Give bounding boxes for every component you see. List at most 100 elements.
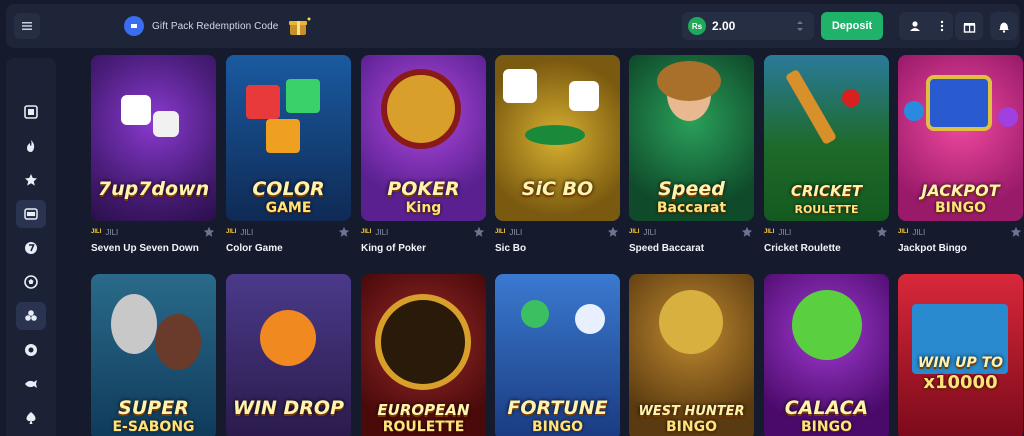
game-card[interactable]: WIN UP TO x10000 [898, 274, 1024, 436]
game-thumbnail[interactable]: WEST HUNTER BINGO [629, 274, 754, 436]
game-name[interactable]: King of Poker [361, 243, 487, 254]
lottery-ball-icon [25, 344, 37, 356]
provider-logo: JILI [226, 229, 237, 235]
favorite-star-icon[interactable] [203, 226, 215, 238]
club-icon [25, 310, 37, 321]
game-thumbnail[interactable]: COLOR GAME [226, 55, 351, 221]
game-art-title: CRICKET [790, 182, 863, 200]
game-card[interactable]: WIN DROP [226, 274, 352, 436]
game-art-title: POKER [387, 178, 460, 200]
game-art-subtitle: GAME [265, 200, 312, 216]
game-card[interactable]: POKER King JILI JILI King of Poker [361, 55, 487, 254]
game-art-title: SUPER [118, 397, 189, 419]
game-card[interactable]: WEST HUNTER BINGO [629, 274, 755, 436]
game-art-subtitle: BINGO [666, 419, 717, 435]
game-card[interactable]: 7up7down JILI JILI Seven Up Seven Down [91, 55, 217, 254]
game-card[interactable]: CALACA BINGO [764, 274, 890, 436]
game-art-subtitle: BINGO [935, 200, 986, 216]
sidebar-item-favorites[interactable] [16, 166, 46, 194]
game-art-subtitle: BINGO [532, 419, 583, 435]
app-root: Gift Pack Redemption Code Rs 2.00 Deposi… [0, 0, 1024, 436]
game-card[interactable]: FORTUNE BINGO [495, 274, 621, 436]
game-thumbnail[interactable]: SUPER E-SABONG [91, 274, 216, 436]
football-icon [24, 275, 38, 289]
gift-pack-redemption-link[interactable]: Gift Pack Redemption Code [124, 12, 312, 40]
game-card[interactable]: JACKPOT BINGO JILI JILI Jackpot Bingo [898, 55, 1024, 254]
sidebar-item-hot[interactable] [16, 132, 46, 160]
game-art-title: Speed [658, 178, 725, 200]
gifts-button[interactable] [955, 12, 983, 40]
sidebar-item-lottery[interactable] [16, 336, 46, 364]
game-meta: JILI JILI [764, 224, 890, 240]
game-art-title: CALACA [784, 397, 869, 419]
game-art-title: FORTUNE [507, 397, 608, 419]
top-bar: Gift Pack Redemption Code Rs 2.00 Deposi… [6, 4, 1020, 48]
game-thumbnail[interactable]: CALACA BINGO [764, 274, 889, 436]
provider-logo: JILI [629, 229, 640, 235]
game-art-title: WIN DROP [232, 397, 345, 419]
game-name[interactable]: Color Game [226, 243, 352, 254]
more-vertical-icon [940, 20, 943, 32]
game-meta: JILI JILI [898, 224, 1024, 240]
wallet-balance[interactable]: Rs 2.00 [682, 12, 814, 40]
slots-icon [24, 105, 38, 119]
game-thumbnail[interactable]: FORTUNE BINGO [495, 274, 620, 436]
fish-icon [25, 380, 37, 388]
game-card[interactable]: SiC BO JILI JILI Sic Bo [495, 55, 621, 254]
game-name[interactable]: Seven Up Seven Down [91, 243, 217, 254]
spade-icon [26, 412, 36, 424]
game-art-title: COLOR [252, 178, 325, 200]
game-art-title: JACKPOT [921, 181, 1000, 200]
category-sidebar [6, 58, 56, 436]
game-card[interactable]: CRICKET ROULETTE JILI JILI Cricket Roule… [764, 55, 890, 254]
menu-toggle-button[interactable] [14, 13, 40, 39]
game-name[interactable]: Sic Bo [495, 243, 621, 254]
game-thumbnail[interactable]: JACKPOT BINGO [898, 55, 1023, 221]
game-art-subtitle: x10000 [923, 372, 998, 393]
provider-name: JILI [912, 227, 926, 237]
gift-pack-label: Gift Pack Redemption Code [152, 20, 279, 32]
game-thumbnail[interactable]: CRICKET ROULETTE [764, 55, 889, 221]
bell-icon [999, 22, 1009, 33]
game-meta: JILI JILI [361, 224, 487, 240]
user-icon [909, 21, 920, 31]
favorite-star-icon[interactable] [473, 226, 485, 238]
game-thumbnail[interactable]: 7up7down [91, 55, 216, 221]
deposit-button[interactable]: Deposit [821, 12, 883, 40]
game-thumbnail[interactable]: Speed Baccarat [629, 55, 754, 221]
favorite-star-icon[interactable] [607, 226, 619, 238]
sidebar-item-table-games[interactable] [16, 302, 46, 330]
sidebar-item-fishing[interactable] [16, 370, 46, 398]
notifications-button[interactable] [990, 12, 1018, 40]
game-card[interactable]: EUROPEAN ROULETTE [361, 274, 487, 436]
refresh-icon[interactable] [794, 20, 806, 32]
favorite-star-icon[interactable] [876, 226, 888, 238]
game-thumbnail[interactable]: WIN UP TO x10000 [898, 274, 1023, 436]
sidebar-item-sports[interactable] [16, 268, 46, 296]
sidebar-item-casino[interactable] [16, 200, 46, 228]
game-thumbnail[interactable]: SiC BO [495, 55, 620, 221]
provider-logo: JILI [495, 229, 506, 235]
game-thumbnail[interactable]: EUROPEAN ROULETTE [361, 274, 486, 436]
game-thumbnail[interactable]: POKER King [361, 55, 486, 221]
game-meta: JILI JILI [495, 224, 621, 240]
user-menu[interactable] [899, 12, 953, 40]
favorite-star-icon[interactable] [1010, 226, 1022, 238]
sidebar-item-slots[interactable] [16, 98, 46, 126]
game-art-subtitle: Baccarat [656, 200, 727, 216]
gift-icon [963, 22, 975, 33]
favorite-star-icon[interactable] [338, 226, 350, 238]
game-name[interactable]: Jackpot Bingo [898, 243, 1024, 254]
game-thumbnail[interactable]: WIN DROP [226, 274, 351, 436]
game-card[interactable]: Speed Baccarat JILI JILI Speed Baccarat [629, 55, 755, 254]
game-card[interactable]: COLOR GAME JILI JILI Color Game [226, 55, 352, 254]
provider-logo: JILI [764, 229, 775, 235]
sidebar-item-cards[interactable] [16, 404, 46, 432]
favorite-star-icon[interactable] [741, 226, 753, 238]
game-art-subtitle: King [405, 200, 442, 216]
game-card[interactable]: SUPER E-SABONG [91, 274, 217, 436]
game-art-subtitle: ROULETTE [794, 203, 859, 216]
game-name[interactable]: Cricket Roulette [764, 243, 890, 254]
sidebar-item-seven[interactable] [16, 234, 46, 262]
game-name[interactable]: Speed Baccarat [629, 243, 755, 254]
